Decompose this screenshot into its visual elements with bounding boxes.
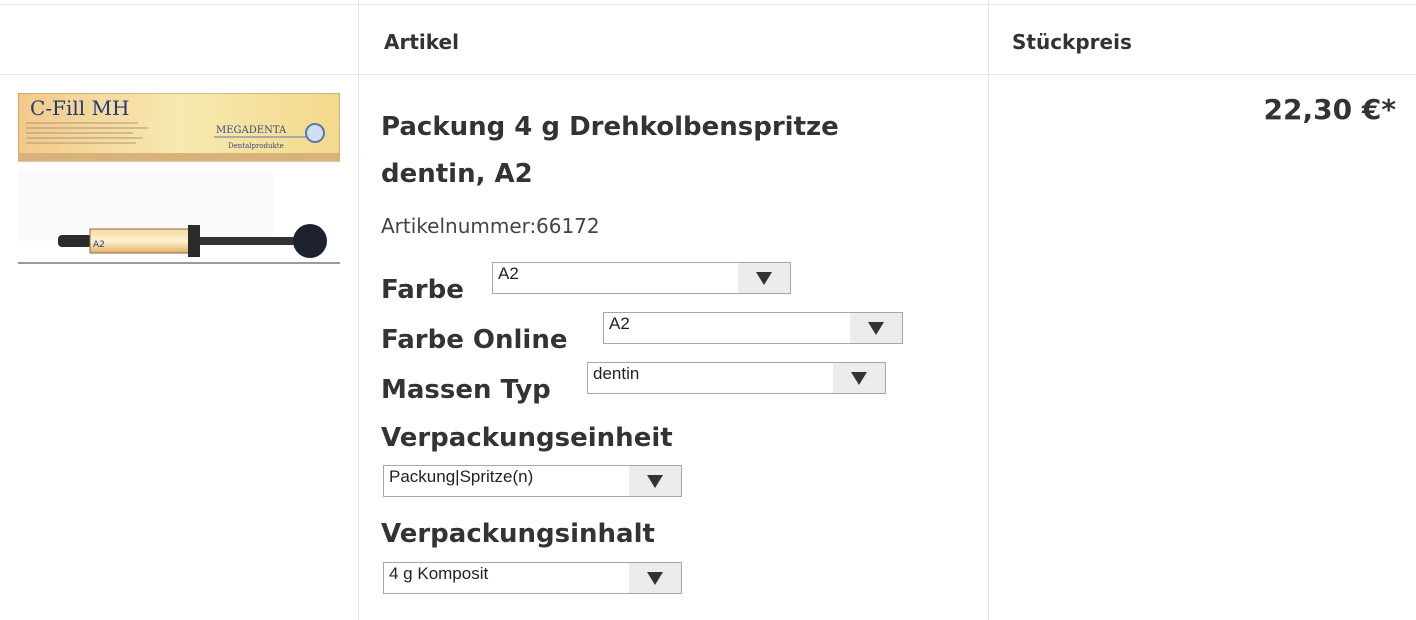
- dropdown-arrow-icon: [833, 363, 885, 393]
- massen-typ-select-value: dentin: [593, 364, 640, 383]
- option-label-verpackungseinheit: Verpackungseinheit: [381, 423, 673, 453]
- verpackungsinhalt-select[interactable]: 4 g Komposit: [383, 562, 682, 594]
- article-number-label: Artikelnummer:: [381, 214, 537, 238]
- header-divider: [0, 74, 1416, 75]
- table-top-border: [0, 4, 1416, 5]
- dropdown-arrow-icon: [629, 563, 681, 593]
- option-label-farbe: Farbe: [381, 275, 464, 305]
- farbe-select[interactable]: A2: [492, 262, 791, 294]
- product-image[interactable]: C-Fill MH MEGADENTA Dentalprodukte A2: [17, 92, 341, 265]
- image-shade-text: A2: [93, 240, 105, 250]
- verpackungseinheit-select[interactable]: Packung|Spritze(n): [383, 465, 682, 497]
- massen-typ-select[interactable]: dentin: [587, 362, 886, 394]
- verpackungsinhalt-select-value: 4 g Komposit: [389, 564, 489, 583]
- column-divider: [358, 0, 359, 620]
- verpackungseinheit-select-value: Packung|Spritze(n): [389, 467, 534, 486]
- image-maker-sub-text: Dentalprodukte: [228, 142, 284, 150]
- farbe-online-select-value: A2: [609, 314, 630, 333]
- image-brand-text: C-Fill MH: [30, 96, 129, 120]
- cart-table: Artikel Stückpreis C-Fill MH MEGADENTA D…: [0, 0, 1416, 620]
- option-label-massen-typ: Massen Typ: [381, 375, 551, 405]
- dropdown-arrow-icon: [738, 263, 790, 293]
- column-header-article: Artikel: [384, 30, 459, 54]
- column-header-unit-price: Stückpreis: [1012, 30, 1132, 54]
- option-label-verpackungsinhalt: Verpackungsinhalt: [381, 519, 655, 549]
- dropdown-arrow-icon: [629, 466, 681, 496]
- product-title[interactable]: Packung 4 g Drehkolbenspritze dentin, A2: [381, 104, 941, 198]
- column-divider: [988, 0, 989, 620]
- farbe-online-select[interactable]: A2: [603, 312, 903, 344]
- article-number-value: 66172: [536, 214, 600, 238]
- unit-price: 22,30 €*: [1263, 93, 1396, 126]
- farbe-select-value: A2: [498, 264, 519, 283]
- image-maker-text: MEGADENTA: [216, 125, 287, 136]
- article-number-row: Artikelnummer:66172: [381, 214, 600, 238]
- dropdown-arrow-icon: [850, 313, 902, 343]
- option-label-farbe-online: Farbe Online: [381, 325, 568, 355]
